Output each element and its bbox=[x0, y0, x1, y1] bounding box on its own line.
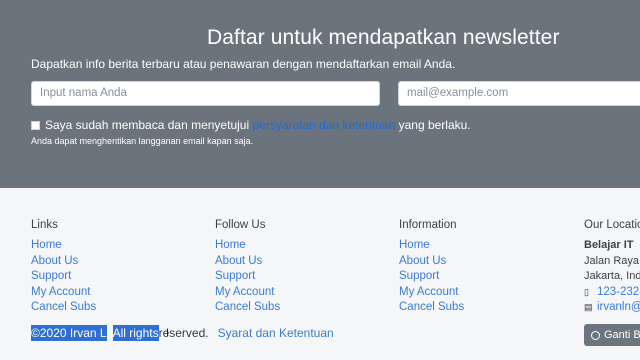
newsletter-description: Dapatkan info berita terbaru atau penawa… bbox=[31, 57, 456, 71]
info-about-us[interactable]: About Us bbox=[399, 254, 464, 270]
follow-column: Follow Us Home About Us Support My Accou… bbox=[215, 219, 280, 316]
copyright-selected-2: All rights bbox=[112, 325, 159, 341]
agree-checkbox[interactable] bbox=[31, 120, 40, 130]
agree-suffix: yang berlaku. bbox=[398, 118, 471, 132]
email-row: ▤ irvanln@ bbox=[584, 300, 640, 316]
name-input[interactable]: Input nama Anda bbox=[31, 81, 380, 106]
info-cancel-subs[interactable]: Cancel Subs bbox=[399, 300, 464, 316]
location-heading: Our Locatio bbox=[584, 219, 640, 231]
email-input[interactable]: mail@example.com bbox=[398, 81, 640, 106]
follow-my-account[interactable]: My Account bbox=[215, 285, 280, 301]
change-language-button[interactable]: Ganti Ba bbox=[584, 324, 640, 346]
info-support[interactable]: Support bbox=[399, 269, 464, 285]
agree-prefix: Saya sudah membaca dan menyetujui bbox=[45, 118, 250, 132]
location-column: Our Locatio Belajar IT Jalan Raya 1 Jaka… bbox=[584, 219, 640, 316]
follow-cancel-subs[interactable]: Cancel Subs bbox=[215, 300, 280, 316]
copyright-row: ©2020 Irvan L All rights reserved. Syara… bbox=[31, 325, 334, 341]
address-line-2: Jakarta, Ind bbox=[584, 270, 640, 283]
phone-row: ▯ 123-232- bbox=[584, 285, 640, 301]
phone-icon: ▯ bbox=[584, 286, 589, 297]
newsletter-title: Daftar untuk mendapatkan newsletter bbox=[207, 26, 560, 49]
company-name: Belajar IT bbox=[584, 239, 634, 251]
address-line-1: Jalan Raya 1 bbox=[584, 254, 640, 267]
agree-row: Saya sudah membaca dan menyetujui persya… bbox=[31, 118, 471, 132]
phone-link[interactable]: 123-232- bbox=[597, 285, 640, 301]
follow-home[interactable]: Home bbox=[215, 238, 280, 254]
info-my-account[interactable]: My Account bbox=[399, 285, 464, 301]
links-heading: Links bbox=[31, 219, 58, 231]
information-heading: Information bbox=[399, 219, 457, 231]
unsubscribe-note: Anda dapat menghentikan langganan email … bbox=[31, 136, 254, 146]
terms-footer-link[interactable]: Syarat dan Ketentuan bbox=[218, 326, 334, 340]
inbox-icon: ▤ bbox=[584, 302, 593, 313]
copyright-selected-1: ©2020 Irvan L bbox=[31, 325, 107, 341]
follow-support[interactable]: Support bbox=[215, 269, 280, 285]
terms-link[interactable]: persyaratan dan ketentuan bbox=[252, 118, 395, 132]
information-column: Information Home About Us Support My Acc… bbox=[399, 219, 464, 316]
newsletter-section: Daftar untuk mendapatkan newsletter Dapa… bbox=[0, 0, 640, 188]
follow-about-us[interactable]: About Us bbox=[215, 254, 280, 270]
globe-icon bbox=[591, 330, 600, 340]
follow-heading: Follow Us bbox=[215, 219, 266, 231]
links-cancel-subs[interactable]: Cancel Subs bbox=[31, 300, 96, 316]
footer: Links Home About Us Support My Account C… bbox=[0, 188, 640, 360]
links-support[interactable]: Support bbox=[31, 269, 96, 285]
change-language-label: Ganti Ba bbox=[604, 329, 640, 341]
links-column: Links Home About Us Support My Account C… bbox=[31, 219, 96, 316]
info-home[interactable]: Home bbox=[399, 238, 464, 254]
email-link[interactable]: irvanln@ bbox=[597, 300, 640, 316]
links-home[interactable]: Home bbox=[31, 238, 96, 254]
links-my-account[interactable]: My Account bbox=[31, 285, 96, 301]
text-cursor-icon: I bbox=[166, 327, 170, 339]
links-about-us[interactable]: About Us bbox=[31, 254, 96, 270]
